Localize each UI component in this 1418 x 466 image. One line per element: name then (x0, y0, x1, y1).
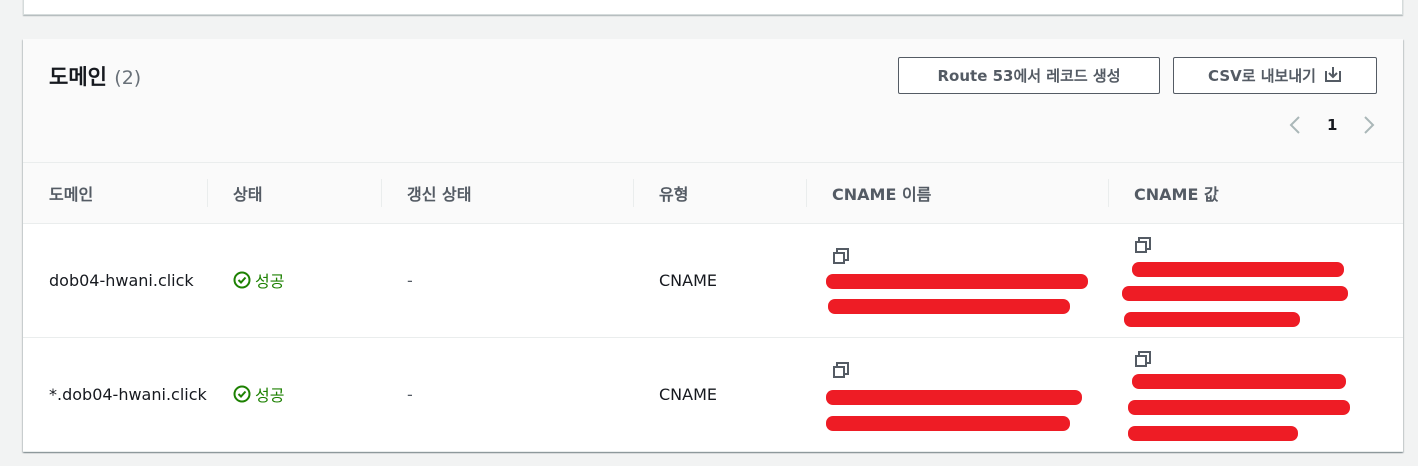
current-page-number[interactable]: 1 (1327, 116, 1337, 134)
type-cell: CNAME (659, 384, 717, 404)
create-route53-records-button[interactable]: Route 53에서 레코드 생성 (898, 57, 1160, 94)
next-page-icon[interactable] (1359, 114, 1379, 136)
redacted-cname-name (826, 415, 1070, 431)
status-badge: 성공 (233, 382, 284, 406)
cname-name-cell (806, 337, 1108, 451)
redacted-cname-value (1124, 311, 1300, 327)
success-check-icon (233, 271, 251, 288)
renewal-status-cell: - (407, 384, 413, 404)
create-route53-records-label: Route 53에서 레코드 생성 (937, 67, 1121, 85)
status-text: 성공 (255, 385, 285, 405)
panel-title-text: 도메인 (49, 65, 107, 89)
copy-icon[interactable] (1134, 236, 1152, 254)
panel-title: 도메인 (2) (49, 61, 141, 91)
redacted-cname-value (1128, 425, 1298, 441)
column-header-domain[interactable]: 도메인 (23, 163, 207, 224)
table-row: *.dob04-hwani.click 성공 - CNAME (23, 337, 1403, 451)
domain-count: (2) (114, 67, 142, 89)
status-cell: 성공 (207, 337, 381, 451)
cname-value-cell (1108, 223, 1403, 337)
cname-name-cell (806, 223, 1108, 337)
redacted-cname-value (1122, 285, 1348, 301)
status-text: 성공 (255, 271, 285, 291)
download-icon (1324, 65, 1342, 87)
table-header-row: 도메인 상태 갱신 상태 유형 CNAME 이름 CNAME 값 (23, 163, 1403, 224)
previous-card (23, 0, 1403, 15)
panel-header: 도메인 (2) Route 53에서 레코드 생성 CSV로 내보내기 1 (23, 39, 1403, 163)
domains-panel: 도메인 (2) Route 53에서 레코드 생성 CSV로 내보내기 1 도메… (23, 39, 1403, 452)
column-header-renewal-status[interactable]: 갱신 상태 (381, 163, 633, 224)
redacted-cname-name (826, 389, 1082, 405)
redacted-cname-value (1132, 373, 1346, 389)
redacted-cname-name (828, 298, 1070, 314)
column-header-cname-name[interactable]: CNAME 이름 (806, 163, 1108, 224)
column-header-status[interactable]: 상태 (207, 163, 381, 224)
pagination: 1 (1285, 113, 1379, 137)
domain-cell: dob04-hwani.click (49, 270, 194, 290)
column-header-type[interactable]: 유형 (633, 163, 806, 224)
redacted-cname-value (1132, 261, 1344, 277)
redacted-cname-name (826, 273, 1088, 289)
success-check-icon (233, 385, 251, 402)
export-csv-label: CSV로 내보내기 (1208, 67, 1316, 85)
table-row: dob04-hwani.click 성공 - CNAME (23, 223, 1403, 337)
status-badge: 성공 (233, 268, 284, 292)
renewal-status-cell: - (407, 270, 413, 290)
status-cell: 성공 (207, 223, 381, 337)
copy-icon[interactable] (1134, 350, 1152, 368)
column-header-cname-value[interactable]: CNAME 값 (1108, 163, 1403, 224)
redacted-cname-value (1128, 399, 1350, 415)
export-csv-button[interactable]: CSV로 내보내기 (1173, 57, 1377, 94)
type-cell: CNAME (659, 270, 717, 290)
domain-cell: *.dob04-hwani.click (49, 384, 207, 404)
cname-value-cell (1108, 337, 1403, 451)
previous-page-icon[interactable] (1285, 114, 1305, 136)
copy-icon[interactable] (832, 361, 850, 379)
domains-table: 도메인 상태 갱신 상태 유형 CNAME 이름 CNAME 값 dob04-h… (23, 163, 1403, 452)
copy-icon[interactable] (832, 247, 850, 265)
